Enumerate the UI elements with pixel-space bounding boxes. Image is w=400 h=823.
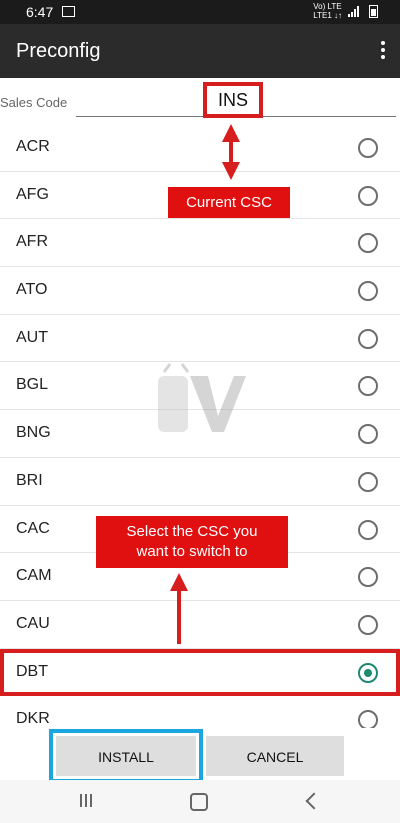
csc-row-acr[interactable]: ACR: [0, 124, 400, 172]
page-title: Preconfig: [16, 40, 101, 62]
watermark-logo: [158, 363, 246, 432]
annotation-arrow-shaft: [229, 140, 233, 162]
radio-unchecked-icon[interactable]: [358, 138, 378, 158]
csc-code-label: AFG: [16, 185, 49, 203]
csc-code-label: BNG: [16, 424, 51, 442]
csc-code-label: AFR: [16, 233, 48, 251]
button-bar: INSTALL CANCEL: [0, 728, 400, 783]
callout-select-line-2: want to switch to: [136, 543, 248, 560]
network-type-top: Vo) LTE: [313, 2, 342, 11]
csc-code-label: CAM: [16, 567, 52, 585]
csc-code-label: CAU: [16, 614, 50, 632]
network-type-bottom: LTE1 ↓↑: [313, 11, 342, 20]
csc-code-label: ACR: [16, 138, 50, 155]
more-vert-icon[interactable]: [380, 41, 386, 61]
app-bar: Preconfig: [0, 24, 400, 78]
status-indicators: Vo) LTE LTE1 ↓↑: [313, 2, 378, 20]
battery-icon: [369, 4, 378, 18]
csc-row-dbt[interactable]: DBT: [0, 648, 400, 697]
radio-unchecked-icon[interactable]: [358, 424, 378, 445]
radio-checked-icon[interactable]: [358, 662, 378, 683]
status-bar: 6:47 Vo) LTE LTE1 ↓↑: [0, 0, 400, 24]
signal-icon: [348, 5, 359, 17]
recents-icon[interactable]: [80, 794, 92, 807]
radio-unchecked-icon[interactable]: [358, 185, 378, 206]
csc-code-label: DBT: [16, 662, 48, 680]
sales-code-value: INS: [203, 82, 263, 118]
csc-row-aut[interactable]: AUT: [0, 315, 400, 363]
sales-code-label: Sales Code: [0, 95, 68, 110]
callout-select-csc: Select the CSC you want to switch to: [96, 516, 288, 568]
radio-unchecked-icon[interactable]: [358, 233, 378, 254]
radio-unchecked-icon[interactable]: [358, 614, 378, 635]
csc-code-label: DKR: [16, 710, 50, 728]
radio-unchecked-icon[interactable]: [358, 567, 378, 588]
csc-code-label: CAC: [16, 519, 50, 537]
annotation-arrow-shaft: [177, 589, 181, 644]
radio-unchecked-icon[interactable]: [358, 328, 378, 349]
back-icon[interactable]: [305, 792, 323, 810]
callout-current-csc: Current CSC: [168, 187, 290, 218]
csc-row-afr[interactable]: AFR: [0, 219, 400, 268]
install-button[interactable]: INSTALL: [49, 729, 203, 783]
csc-row-cau[interactable]: CAU: [0, 601, 400, 649]
callout-select-line-1: Select the CSC you: [126, 523, 258, 540]
csc-code-label: AUT: [16, 328, 48, 346]
radio-unchecked-icon[interactable]: [358, 281, 378, 302]
csc-row-ato[interactable]: ATO: [0, 267, 400, 315]
csc-row-bri[interactable]: BRI: [0, 458, 400, 506]
csc-code-label: BRI: [16, 471, 43, 489]
csc-code-label: ATO: [16, 281, 48, 299]
annotation-arrow-head: [222, 162, 240, 180]
radio-unchecked-icon[interactable]: [358, 519, 378, 540]
home-icon[interactable]: [190, 793, 208, 811]
cancel-button[interactable]: CANCEL: [206, 736, 344, 776]
radio-unchecked-icon[interactable]: [358, 376, 378, 397]
navigation-bar: [0, 780, 400, 823]
status-time: 6:47: [26, 4, 54, 20]
csc-code-label: BGL: [16, 376, 49, 394]
radio-unchecked-icon[interactable]: [358, 471, 378, 492]
image-notification-icon: [62, 6, 75, 17]
